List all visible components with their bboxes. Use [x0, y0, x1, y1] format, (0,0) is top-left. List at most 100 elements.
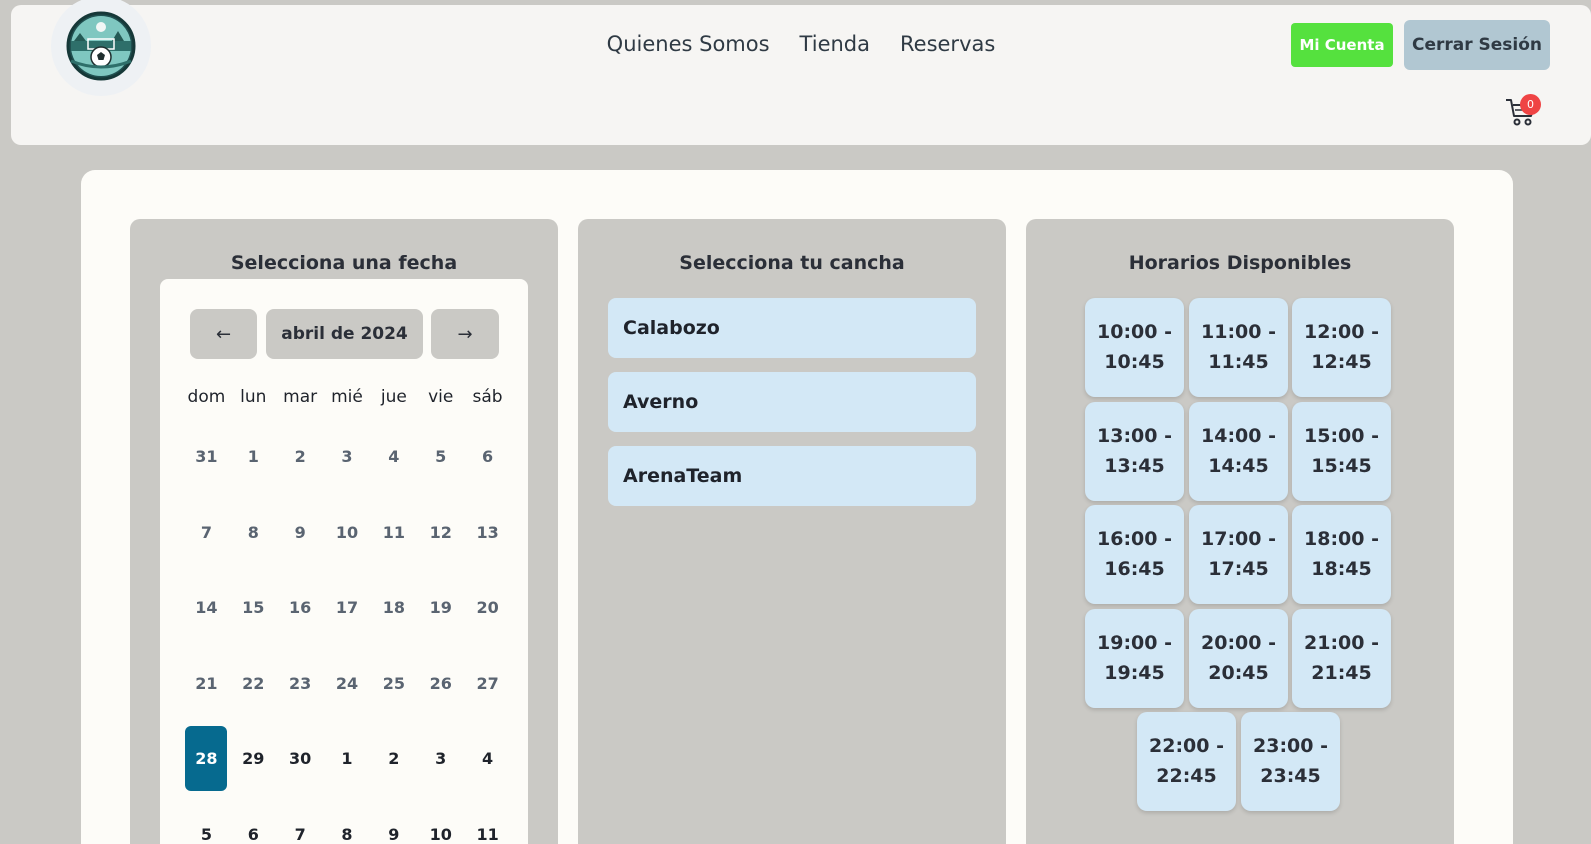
calendar-day-selected[interactable]: 28: [183, 721, 230, 797]
nav-tienda[interactable]: Tienda: [800, 32, 870, 56]
time-slot-start: 11:00 -: [1201, 321, 1276, 343]
next-month-button[interactable]: →: [431, 309, 499, 359]
time-slot-button[interactable]: 13:00 - 13:45: [1085, 402, 1184, 501]
nav-reservas[interactable]: Reservas: [900, 32, 995, 56]
calendar-day[interactable]: 4: [464, 721, 511, 797]
calendar-day[interactable]: 22: [230, 646, 277, 722]
calendar-day[interactable]: 6: [230, 797, 277, 844]
date-panel-title: Selecciona una fecha: [230, 252, 458, 274]
calendar-day[interactable]: 3: [417, 721, 464, 797]
time-slot-button[interactable]: 11:00 - 11:45: [1189, 298, 1288, 397]
calendar-day[interactable]: 11: [370, 495, 417, 571]
calendar-day[interactable]: 1: [324, 721, 371, 797]
calendar-day[interactable]: 15: [230, 570, 277, 646]
time-slot-end: 11:45: [1208, 351, 1269, 373]
calendar-days-grid: 31 1 2 3 4 5 6 7 8 9 10 11 12 13 14 15 16 17 18 19 20 21 22 23 2…: [183, 419, 511, 844]
calendar-day[interactable]: 12: [417, 495, 464, 571]
calendar-day[interactable]: 24: [324, 646, 371, 722]
calendar-day[interactable]: 2: [370, 721, 417, 797]
cart-count-badge: 0: [1520, 94, 1541, 115]
weekday-label: mié: [331, 387, 363, 407]
calendar-day[interactable]: 21: [183, 646, 230, 722]
time-slot-end: 10:45: [1104, 351, 1165, 373]
time-slot-end: 12:45: [1311, 351, 1372, 373]
prev-month-button[interactable]: ←: [190, 309, 257, 359]
time-slot-start: 12:00 -: [1304, 321, 1379, 343]
time-slot-button[interactable]: 14:00 - 14:45: [1189, 402, 1288, 501]
court-panel: Selecciona tu cancha Calabozo Averno Are…: [578, 219, 1006, 844]
calendar-day[interactable]: 1: [230, 419, 277, 495]
page: Quienes Somos Tienda Reservas Mi Cuenta …: [0, 0, 1591, 844]
calendar-day[interactable]: 2: [277, 419, 324, 495]
time-slot-start: 20:00 -: [1201, 632, 1276, 654]
calendar-day[interactable]: 5: [183, 797, 230, 844]
court-option-averno[interactable]: Averno: [608, 372, 976, 432]
time-slot-button[interactable]: 22:00 - 22:45: [1137, 712, 1236, 811]
calendar-day[interactable]: 8: [230, 495, 277, 571]
time-panel: Horarios Disponibles 10:00 - 10:45 11:00 -…: [1026, 219, 1454, 844]
weekday-label: lun: [240, 387, 267, 407]
mi-cuenta-button[interactable]: Mi Cuenta: [1291, 23, 1393, 67]
month-label-button[interactable]: abril de 2024: [266, 309, 423, 359]
calendar-day[interactable]: 10: [417, 797, 464, 844]
calendar-day[interactable]: 9: [277, 495, 324, 571]
calendar-day[interactable]: 14: [183, 570, 230, 646]
calendar-day[interactable]: 16: [277, 570, 324, 646]
time-slot-button[interactable]: 23:00 - 23:45: [1241, 712, 1340, 811]
calendar-day[interactable]: 27: [464, 646, 511, 722]
calendar-day[interactable]: 5: [417, 419, 464, 495]
calendar-day[interactable]: 9: [370, 797, 417, 844]
court-panel-title: Selecciona tu cancha: [679, 252, 905, 274]
time-slot-button[interactable]: 12:00 - 12:45: [1292, 298, 1391, 397]
time-slot-end: 22:45: [1156, 765, 1217, 787]
calendar-day[interactable]: 13: [464, 495, 511, 571]
nav-quienes-somos[interactable]: Quienes Somos: [607, 32, 770, 56]
calendar-day[interactable]: 4: [370, 419, 417, 495]
calendar-day[interactable]: 20: [464, 570, 511, 646]
date-panel: Selecciona una fecha ← abril de 2024 → d…: [130, 219, 558, 844]
weekday-header: dom lun mar mié jue vie sáb: [183, 387, 511, 407]
time-slot-button[interactable]: 20:00 - 20:45: [1189, 609, 1288, 708]
court-option-arenateam[interactable]: ArenaTeam: [608, 446, 976, 506]
calendar-day[interactable]: 25: [370, 646, 417, 722]
time-slot-start: 16:00 -: [1097, 528, 1172, 550]
time-slot-start: 18:00 -: [1304, 528, 1379, 550]
calendar-day[interactable]: 3: [324, 419, 371, 495]
time-slot-button[interactable]: 10:00 - 10:45: [1085, 298, 1184, 397]
time-slot-end: 17:45: [1208, 558, 1269, 580]
time-panel-title: Horarios Disponibles: [1128, 252, 1352, 274]
time-slot-button[interactable]: 18:00 - 18:45: [1292, 505, 1391, 604]
time-slot-start: 21:00 -: [1304, 632, 1379, 654]
time-slot-start: 13:00 -: [1097, 425, 1172, 447]
calendar-day[interactable]: 30: [277, 721, 324, 797]
time-slot-end: 16:45: [1104, 558, 1165, 580]
time-slot-end: 13:45: [1104, 455, 1165, 477]
calendar: ← abril de 2024 → dom lun mar mié jue vi…: [160, 279, 528, 844]
calendar-day[interactable]: 8: [324, 797, 371, 844]
time-slot-button[interactable]: 17:00 - 17:45: [1189, 505, 1288, 604]
calendar-day[interactable]: 18: [370, 570, 417, 646]
time-slot-start: 22:00 -: [1149, 735, 1224, 757]
calendar-day[interactable]: 10: [324, 495, 371, 571]
calendar-day[interactable]: 26: [417, 646, 464, 722]
calendar-day[interactable]: 6: [464, 419, 511, 495]
time-slot-button[interactable]: 21:00 - 21:45: [1292, 609, 1391, 708]
time-slot-button[interactable]: 19:00 - 19:45: [1085, 609, 1184, 708]
calendar-day[interactable]: 7: [277, 797, 324, 844]
calendar-day[interactable]: 17: [324, 570, 371, 646]
time-slot-button[interactable]: 16:00 - 16:45: [1085, 505, 1184, 604]
court-option-calabozo[interactable]: Calabozo: [608, 298, 976, 358]
time-slot-start: 19:00 -: [1097, 632, 1172, 654]
time-slot-end: 23:45: [1260, 765, 1321, 787]
calendar-day[interactable]: 29: [230, 721, 277, 797]
time-slot-button[interactable]: 15:00 - 15:45: [1292, 402, 1391, 501]
time-slot-end: 19:45: [1104, 662, 1165, 684]
calendar-day[interactable]: 23: [277, 646, 324, 722]
cerrar-sesion-button[interactable]: Cerrar Sesión: [1404, 20, 1550, 70]
calendar-day[interactable]: 11: [464, 797, 511, 844]
calendar-day[interactable]: 7: [183, 495, 230, 571]
calendar-day[interactable]: 31: [183, 419, 230, 495]
weekday-label: mar: [283, 387, 318, 407]
time-slot-end: 20:45: [1208, 662, 1269, 684]
calendar-day[interactable]: 19: [417, 570, 464, 646]
